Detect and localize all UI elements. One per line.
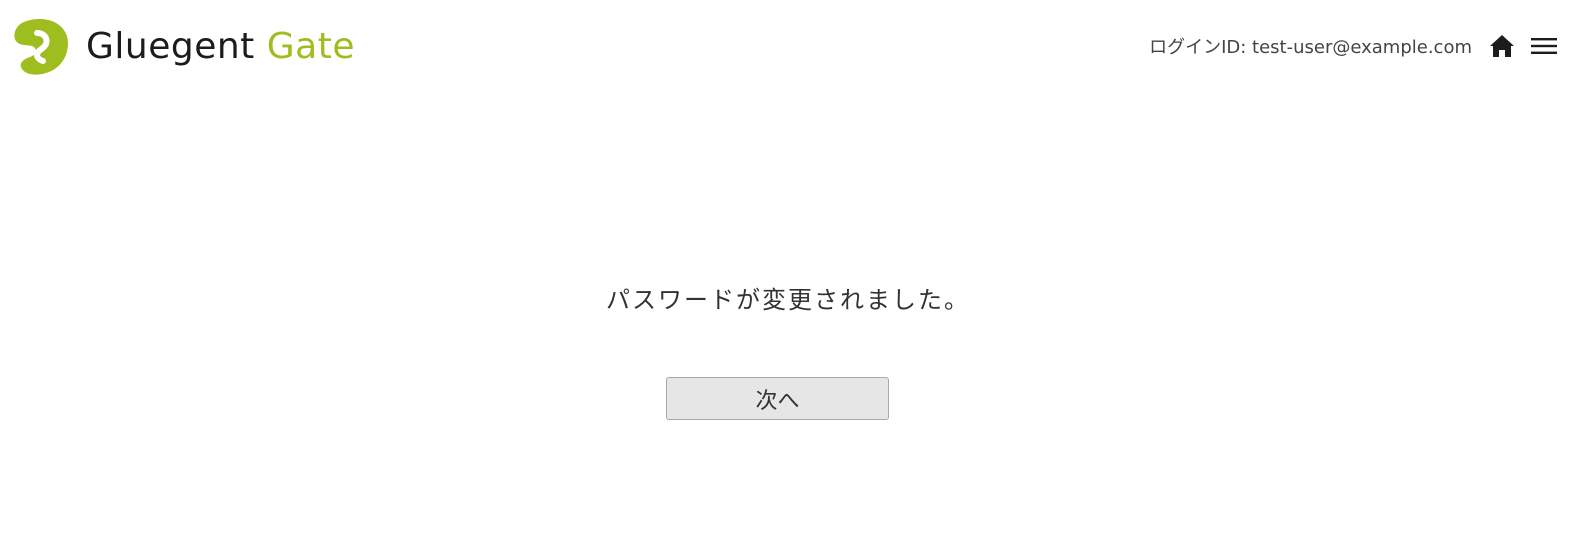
- password-changed-message: パスワードが変更されました。: [606, 286, 970, 314]
- logo-word-gate: Gate: [266, 26, 355, 67]
- main-content: パスワードが変更されました。: [0, 280, 1576, 320]
- menu-button[interactable]: [1528, 30, 1560, 62]
- home-button[interactable]: [1486, 30, 1518, 62]
- login-id-label: ログインID: test-user@example.com: [1149, 37, 1472, 58]
- gluegent-logo-icon: [14, 19, 69, 75]
- hamburger-menu-icon: [1531, 38, 1557, 54]
- home-icon: [1490, 35, 1514, 57]
- logo-word-gluegent: Gluegent: [86, 26, 255, 67]
- next-button[interactable]: 次へ: [666, 377, 889, 420]
- logo-text: Gluegent Gate: [86, 29, 355, 65]
- header-right: ログインID: test-user@example.com: [1149, 30, 1560, 62]
- header: Gluegent Gate ログインID: test-user@example.…: [0, 0, 1576, 92]
- logo[interactable]: Gluegent Gate: [10, 17, 355, 77]
